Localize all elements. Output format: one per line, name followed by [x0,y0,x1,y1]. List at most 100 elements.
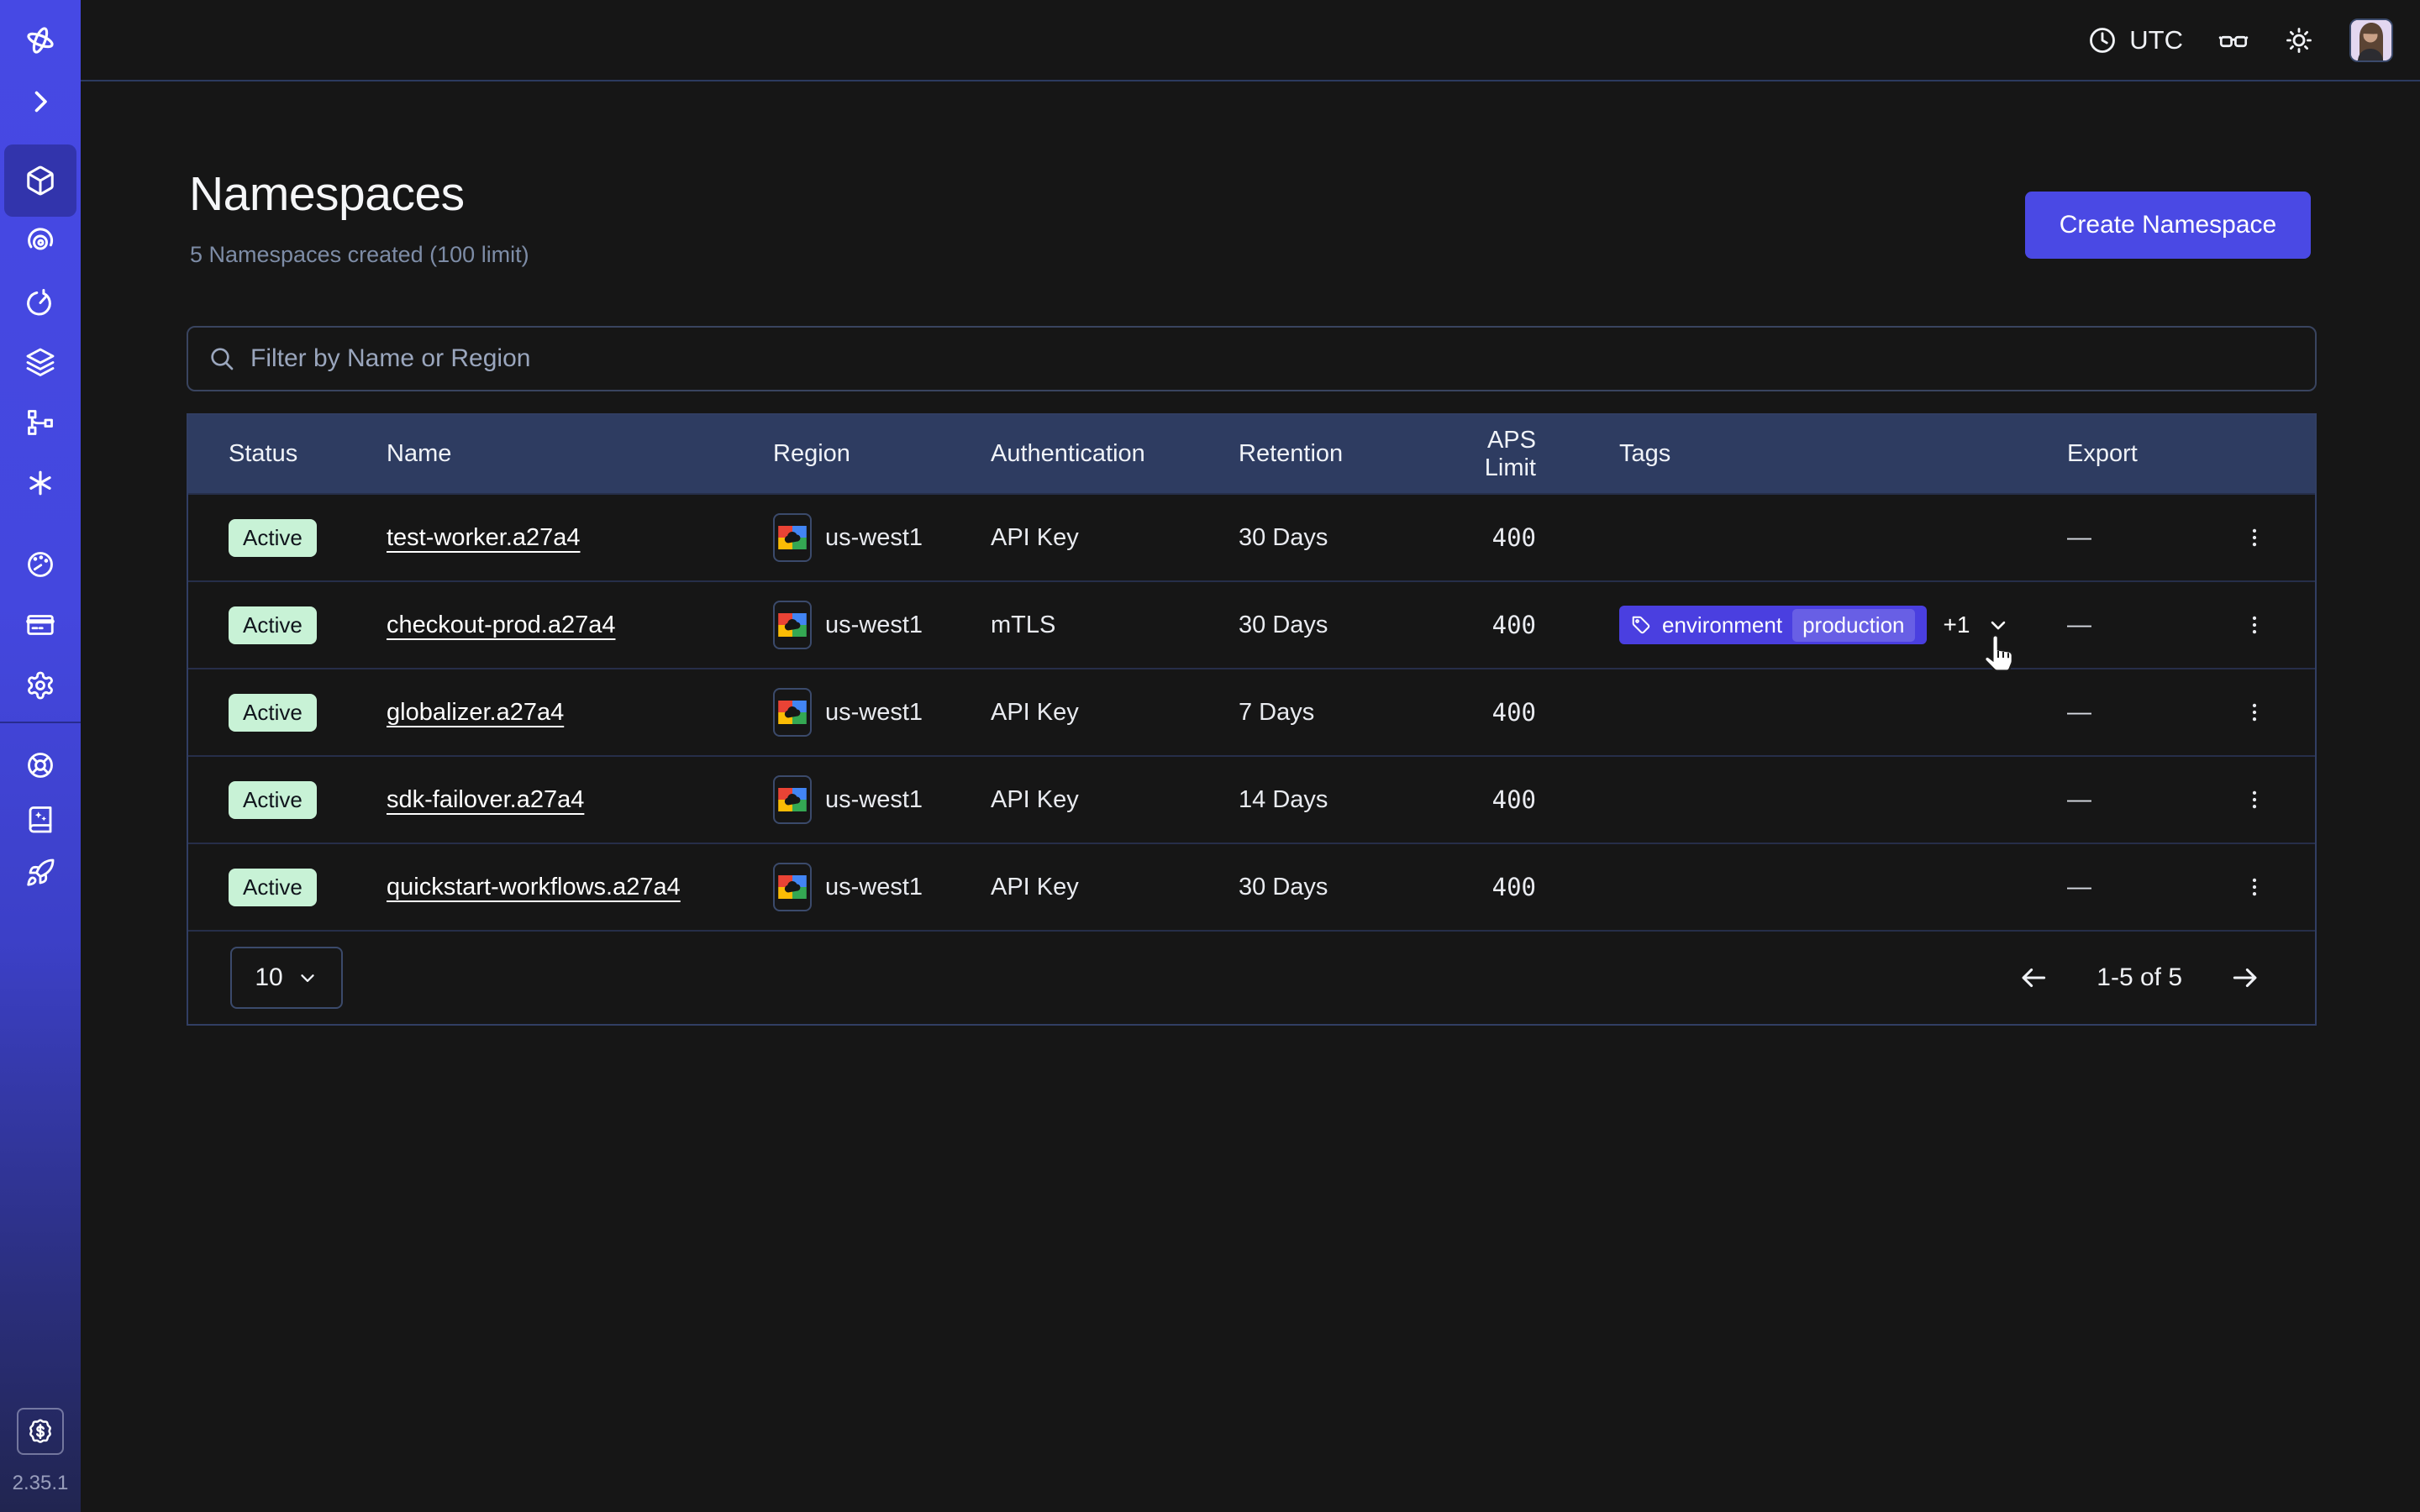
badge-dollar-icon [26,1417,55,1446]
table-row: Active checkout-prod.a27a4 us-west1 mTLS… [188,580,2315,668]
create-namespace-button[interactable]: Create Namespace [2025,192,2311,259]
retention-label: 30 Days [1239,874,1431,901]
temporal-logo-icon [25,25,55,55]
topbar: UTC [81,0,2420,81]
row-menu-button[interactable] [2193,700,2315,725]
sidebar-divider [0,722,81,723]
col-header-authentication: Authentication [991,440,1239,468]
sidebar-item-deployments[interactable] [0,332,81,392]
retention-label: 7 Days [1239,699,1431,727]
gauge-icon [25,549,55,580]
gcp-logo-icon [773,513,812,562]
namespace-link[interactable]: globalizer.a27a4 [387,699,564,726]
namespace-link[interactable]: test-worker.a27a4 [387,524,581,551]
gcp-logo-icon [773,688,812,737]
timezone-button[interactable]: UTC [2087,25,2183,55]
export-value: — [2067,699,2193,727]
clock-icon [2087,25,2118,55]
namespace-link[interactable]: checkout-prod.a27a4 [387,612,615,638]
table-footer: 10 1-5 of 5 [188,930,2315,1024]
auth-label: API Key [991,699,1239,727]
previous-page-button[interactable] [2018,962,2049,994]
status-badge: Active [229,869,317,906]
namespace-link[interactable]: sdk-failover.a27a4 [387,786,584,813]
aps-limit-value: 400 [1431,873,1536,901]
row-menu-button[interactable] [2193,874,2315,900]
sidebar-item-workflows[interactable] [0,211,81,271]
table-row: Active test-worker.a27a4 us-west1 API Ke… [188,493,2315,580]
sidebar-item-settings[interactable] [0,655,81,716]
data-encoder-button[interactable] [2218,25,2249,55]
sidebar-item-nexus[interactable] [0,453,81,513]
namespace-link[interactable]: quickstart-workflows.a27a4 [387,874,681,900]
tag-chip[interactable]: environment production [1619,606,1927,644]
tag-key: environment [1662,612,1782,638]
lifebuoy-icon [25,750,55,780]
timezone-label: UTC [2129,25,2183,55]
sidebar-item-usage[interactable] [0,534,81,595]
tag-value: production [1792,609,1914,642]
gcp-logo-icon [773,863,812,911]
col-header-export: Export [2067,440,2193,468]
namespaces-table: Status Name Region Authentication Retent… [187,413,2317,1026]
sidebar-item-workers[interactable] [0,392,81,453]
table-row: Active quickstart-workflows.a27a4 us-wes… [188,843,2315,930]
next-page-button[interactable] [2229,962,2261,994]
sidebar-item-getting-started[interactable] [0,843,81,903]
gear-icon [25,670,55,701]
tag-icon [1631,615,1652,636]
retention-label: 30 Days [1239,612,1431,639]
region-label: us-west1 [825,612,923,639]
page-subtitle: 5 Namespaces created (100 limit) [190,242,529,268]
sidebar-expand-button[interactable] [0,71,81,132]
gcp-logo-icon [773,601,812,649]
row-menu-button[interactable] [2193,787,2315,812]
region-label: us-west1 [825,874,923,901]
table-row: Active sdk-failover.a27a4 us-west1 API K… [188,755,2315,843]
row-menu-button[interactable] [2193,525,2315,550]
sidebar: 2.35.1 [0,0,81,1512]
pagination: 1-5 of 5 [2018,962,2261,994]
pagination-range: 1-5 of 5 [2096,963,2182,992]
page-size-value: 10 [255,963,282,992]
auth-label: API Key [991,524,1239,552]
col-header-name: Name [387,440,773,468]
export-value: — [2067,524,2193,552]
chevron-right-icon [25,87,55,117]
row-menu-button[interactable] [2193,612,2315,638]
sidebar-item-namespaces[interactable] [4,144,76,217]
status-badge: Active [229,606,317,644]
sidebar-item-docs[interactable] [0,789,81,849]
retention-label: 14 Days [1239,786,1431,814]
sidebar-item-billing[interactable] [0,595,81,655]
sidebar-item-schedules[interactable] [0,271,81,332]
temporal-logo-button[interactable] [0,10,81,71]
sidebar-item-support[interactable] [0,735,81,795]
rocket-icon [25,858,55,888]
col-header-retention: Retention [1239,440,1431,468]
filter-input[interactable] [250,344,2295,373]
status-badge: Active [229,519,317,557]
cube-icon [24,165,56,197]
region-label: us-west1 [825,699,923,727]
col-header-tags: Tags [1619,440,2067,468]
aps-limit-value: 400 [1431,523,1536,552]
pricing-badge-button[interactable] [17,1408,64,1455]
tags-expand-button[interactable] [1986,613,2010,637]
layers-icon [25,347,55,377]
chevron-down-icon [297,967,318,989]
table-row: Active globalizer.a27a4 us-west1 API Key… [188,668,2315,755]
col-header-aps-limit: APS Limit [1431,427,1536,482]
auth-label: mTLS [991,612,1239,639]
aps-limit-value: 400 [1431,698,1536,727]
region-label: us-west1 [825,786,923,814]
app-version: 2.35.1 [0,1472,81,1495]
page-size-select[interactable]: 10 [230,947,343,1009]
book-sparkles-icon [25,804,55,834]
export-value: — [2067,786,2193,814]
asterisk-icon [25,468,55,498]
theme-toggle-button[interactable] [2284,25,2314,55]
aps-limit-value: 400 [1431,785,1536,814]
aps-limit-value: 400 [1431,611,1536,639]
avatar[interactable] [2349,18,2393,62]
